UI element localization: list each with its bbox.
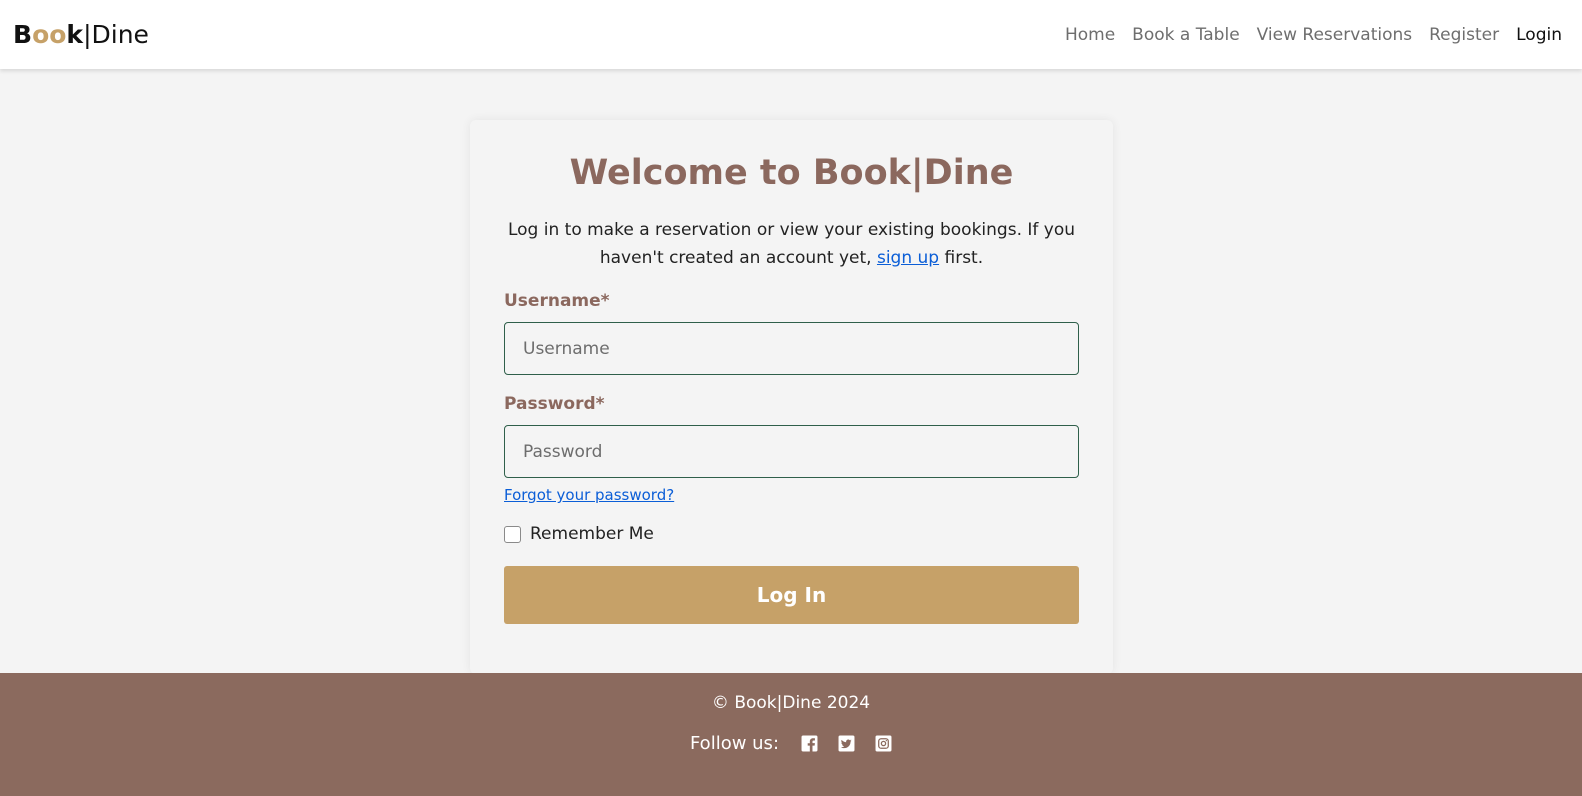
sign-up-link[interactable]: sign up xyxy=(877,248,939,268)
page-title: Welcome to Book|Dine xyxy=(569,153,1014,193)
login-card: Welcome to Book|Dine Log in to make a re… xyxy=(470,120,1113,674)
navbar: Boo k | Dine Home Book a Table View Reserva… xyxy=(0,0,1582,69)
forgot-password-link[interactable]: Forgot your password? xyxy=(504,486,674,504)
intro-text: Log in to make a reservation or view you… xyxy=(504,216,1079,272)
brand-part-oo: oo xyxy=(32,20,67,49)
facebook-icon[interactable] xyxy=(801,735,818,752)
username-input[interactable] xyxy=(504,322,1079,375)
nav-home[interactable]: Home xyxy=(1065,25,1115,45)
brand-part-k: k xyxy=(66,20,84,49)
follow-us-label: Follow us: xyxy=(689,733,780,754)
nav-login[interactable]: Login xyxy=(1516,25,1562,45)
nav-book-a-table[interactable]: Book a Table xyxy=(1132,25,1240,45)
instagram-icon[interactable] xyxy=(875,735,892,752)
brand-divider: | xyxy=(83,20,92,49)
copyright-text: © Book|Dine 2024 xyxy=(711,693,871,713)
remember-me-row: Remember Me xyxy=(504,524,1079,544)
username-label: Username* xyxy=(504,291,610,311)
intro-text-before: Log in to make a reservation or view you… xyxy=(507,220,1076,268)
remember-me-checkbox[interactable] xyxy=(504,525,521,543)
twitter-icon[interactable] xyxy=(838,735,855,752)
brand-logo[interactable]: Boo k | Dine xyxy=(13,20,149,49)
nav-register[interactable]: Register xyxy=(1429,25,1499,45)
footer: © Book|Dine 2024 Follow us: xyxy=(0,673,1582,796)
brand-part-dine: Dine xyxy=(91,20,149,49)
remember-me-label[interactable]: Remember Me xyxy=(530,524,654,544)
login-button[interactable]: Log In xyxy=(504,566,1079,624)
password-label: Password* xyxy=(504,394,605,414)
brand-part-b: B xyxy=(13,20,33,49)
nav-view-reservations[interactable]: View Reservations xyxy=(1257,25,1412,45)
intro-text-after: first. xyxy=(939,248,984,268)
follow-us: Follow us: xyxy=(0,733,1582,754)
main-nav: Home Book a Table View Reservations Regi… xyxy=(1065,25,1562,45)
password-input[interactable] xyxy=(504,425,1079,478)
